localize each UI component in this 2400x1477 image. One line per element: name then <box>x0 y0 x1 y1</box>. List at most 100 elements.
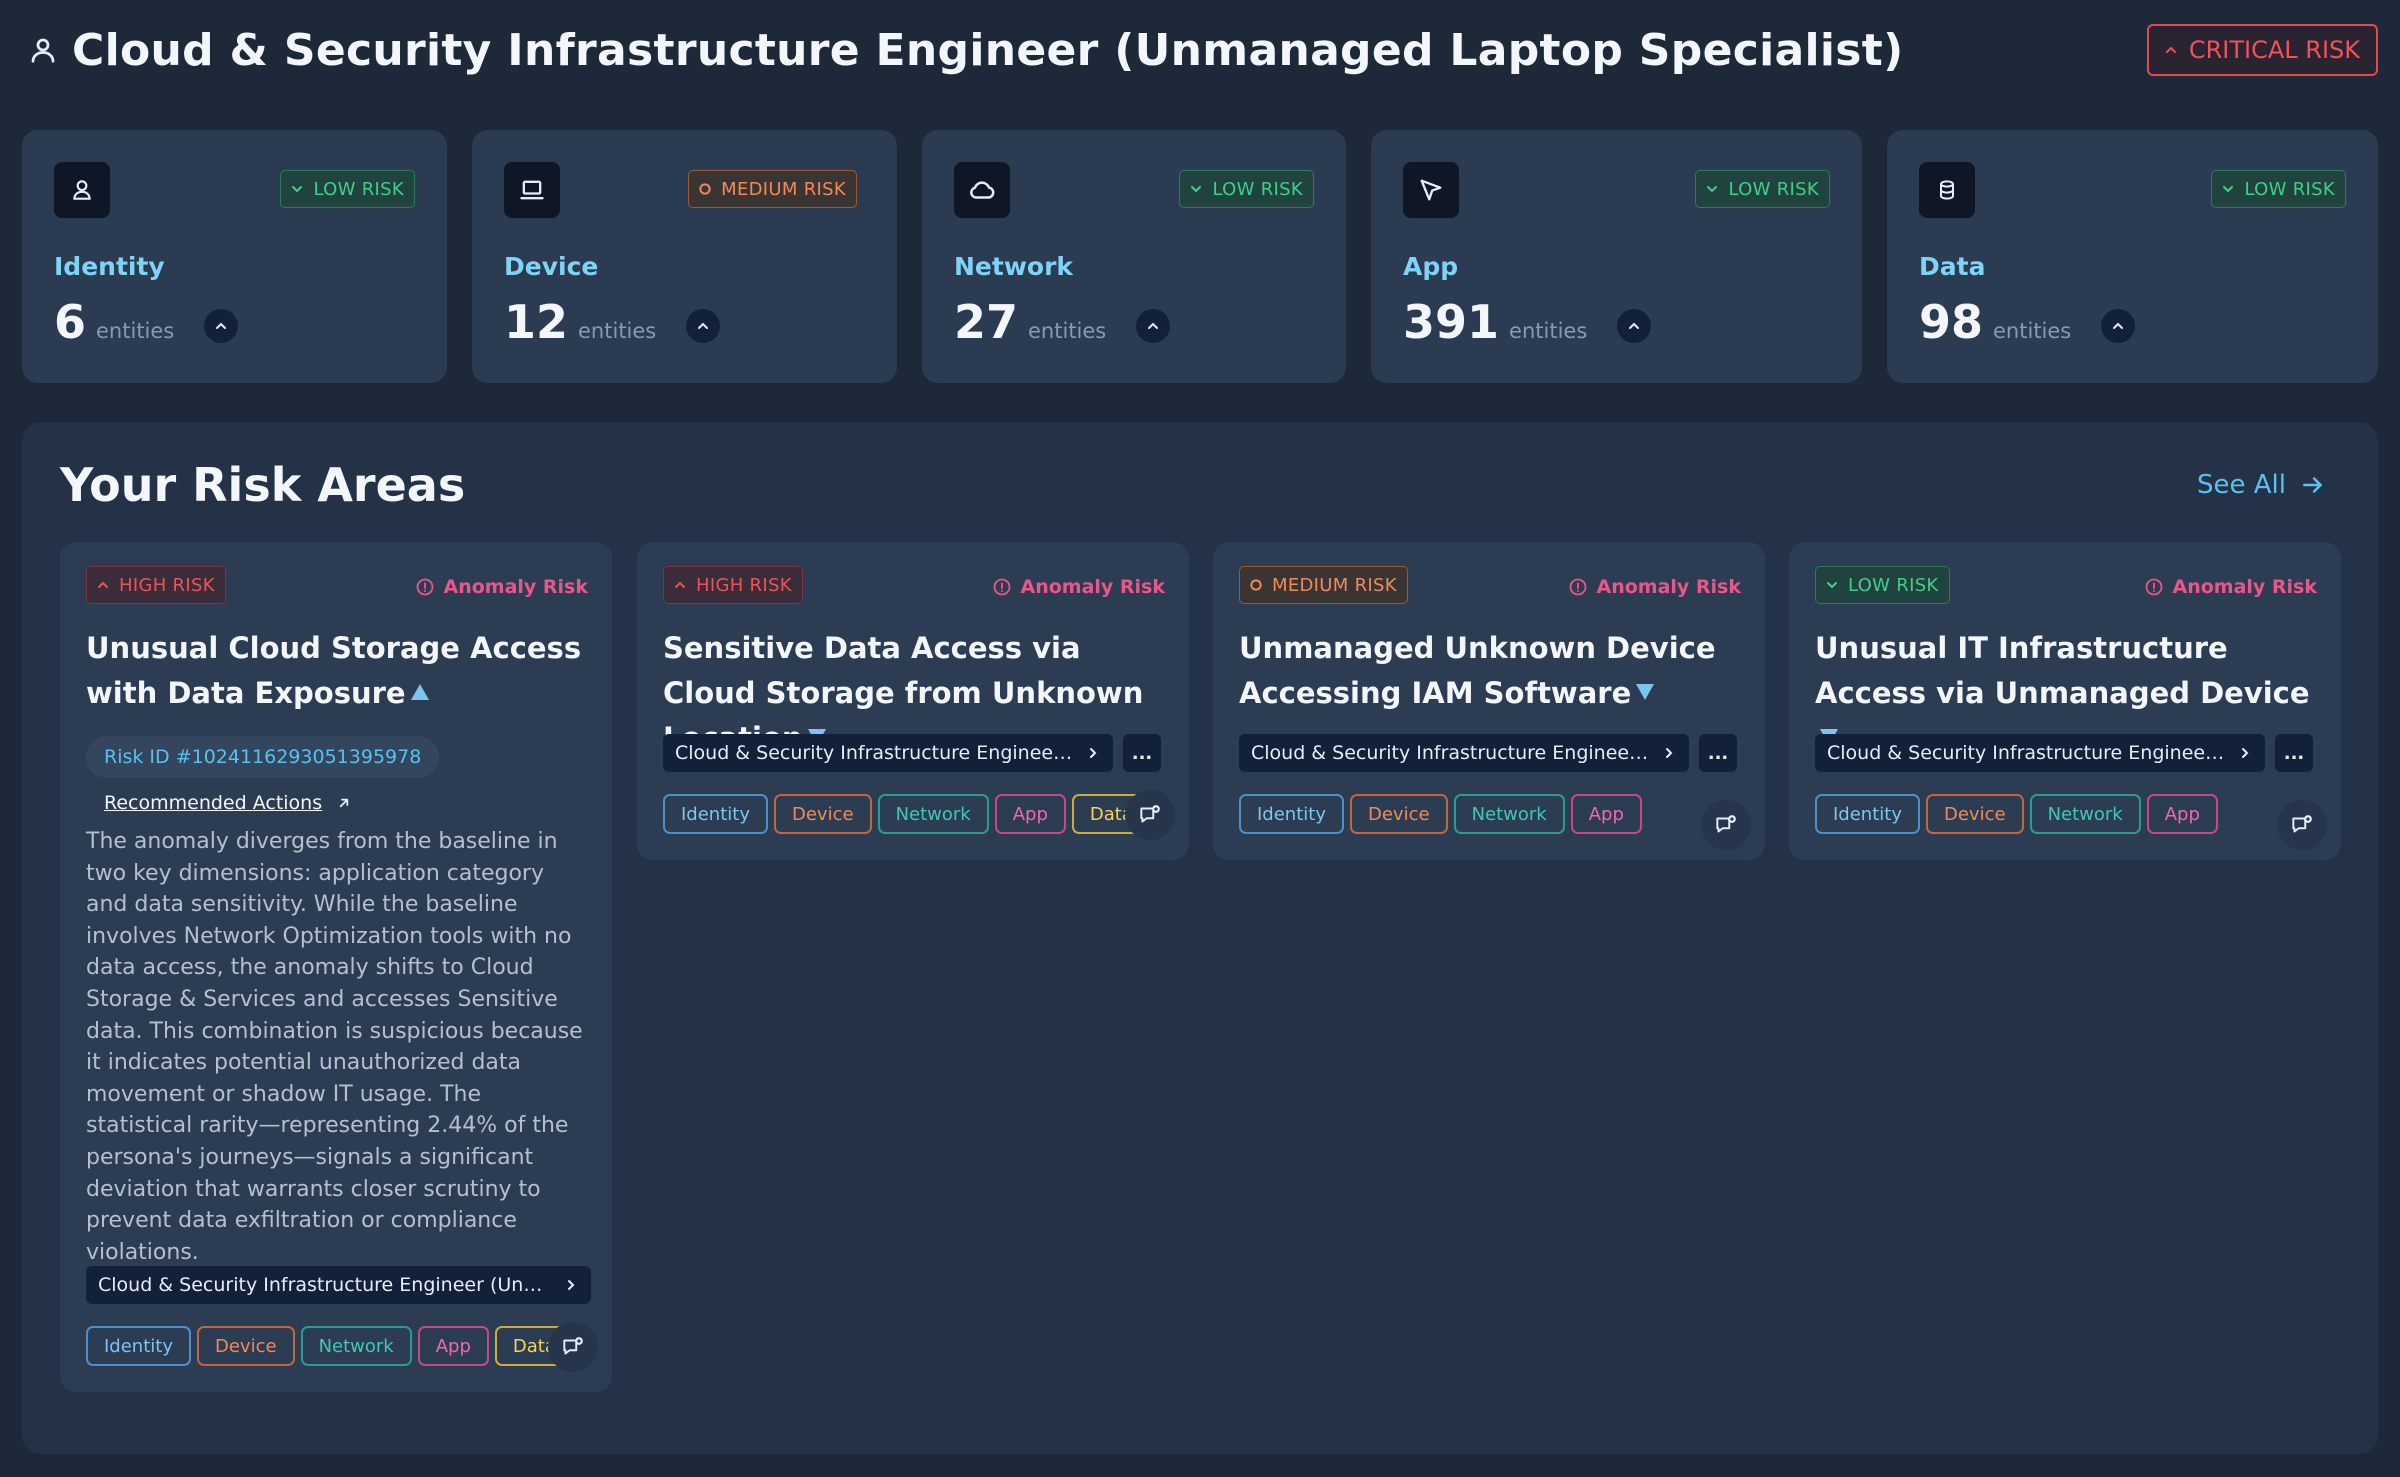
anomaly-risk-text: Anomaly Risk <box>443 576 588 598</box>
risk-areas-panel: Your Risk Areas See All HIGH RISK Anomal… <box>22 422 2378 1454</box>
category-card-app[interactable]: LOW RISK App 391 entities <box>1371 130 1862 383</box>
tag-app[interactable]: App <box>2146 794 2218 834</box>
category-card-network[interactable]: LOW RISK Network 27 entities <box>922 130 1346 383</box>
chevron-down-icon <box>1191 186 1202 193</box>
persona-selector[interactable]: Cloud & Security Infrastructure Engineer… <box>663 734 1113 772</box>
comment-button[interactable] <box>1701 800 1751 850</box>
tag-network[interactable]: Network <box>877 794 989 834</box>
tag-network[interactable]: Network <box>2029 794 2141 834</box>
comment-button[interactable] <box>1125 790 1175 840</box>
risk-card[interactable]: HIGH RISK Anomaly Risk Sensitive Data Ac… <box>637 542 1189 860</box>
risk-card-title-text: Unusual Cloud Storage Access with Data E… <box>86 631 582 710</box>
expand-toggle-button[interactable] <box>686 309 721 343</box>
triangle-up-icon[interactable] <box>410 683 430 701</box>
tag-network[interactable]: Network <box>1453 794 1565 834</box>
tag-device[interactable]: Device <box>197 1326 295 1366</box>
entity-count-value: 12 <box>504 295 569 349</box>
category-card-data[interactable]: LOW RISK Data 98 entities <box>1887 130 2378 383</box>
category-card-device[interactable]: MEDIUM RISK Device 12 entities <box>472 130 897 383</box>
comment-add-icon <box>1140 805 1160 823</box>
entity-count-value: 98 <box>1919 295 1984 349</box>
entity-count-value: 391 <box>1403 295 1500 349</box>
risk-badge-high: HIGH RISK <box>86 566 226 604</box>
persona-label: Cloud & Security Infrastructure Engineer… <box>1827 742 2227 764</box>
chevron-up-icon <box>216 322 227 329</box>
risk-card[interactable]: LOW RISK Anomaly Risk Unusual IT Infrast… <box>1789 542 2341 860</box>
entity-count: 391 entities <box>1403 295 1652 349</box>
arrow-right-icon <box>2303 477 2322 493</box>
see-all-link[interactable]: See All <box>2197 470 2326 500</box>
risk-badge-label: LOW RISK <box>313 178 404 200</box>
comment-button[interactable] <box>548 1322 598 1372</box>
expand-toggle-button[interactable] <box>2101 309 2136 343</box>
persona-selector[interactable]: Cloud & Security Infrastructure Engineer… <box>1239 734 1689 772</box>
chevron-right-icon <box>1090 748 1097 758</box>
expand-toggle-button[interactable] <box>204 309 239 343</box>
risk-badge-label: MEDIUM RISK <box>721 178 846 200</box>
tag-identity[interactable]: Identity <box>1815 794 1920 834</box>
laptop-icon <box>504 162 560 218</box>
anomaly-risk-text: Anomaly Risk <box>1596 576 1741 598</box>
persona-label: Cloud & Security Infrastructure Engineer… <box>1251 742 1651 764</box>
expand-toggle-button[interactable] <box>1136 309 1171 343</box>
risk-card[interactable]: MEDIUM RISK Anomaly Risk Unmanaged Unkno… <box>1213 542 1765 860</box>
tag-device[interactable]: Device <box>774 794 872 834</box>
persona-selector[interactable]: Cloud & Security Infrastructure Engineer… <box>86 1266 591 1304</box>
external-link-icon <box>339 798 349 808</box>
tag-app[interactable]: App <box>417 1326 489 1366</box>
risk-id-pill[interactable]: Risk ID #1024116293051395978 <box>86 736 440 778</box>
tag-app[interactable]: App <box>994 794 1066 834</box>
comment-add-icon <box>1716 815 1736 833</box>
triangle-down-icon[interactable] <box>1635 683 1655 701</box>
entity-count-value: 27 <box>954 295 1019 349</box>
recommended-actions-link[interactable]: Recommended Actions <box>104 792 352 814</box>
chevron-up-icon <box>2165 46 2176 53</box>
entity-count: 27 entities <box>954 295 1171 349</box>
risk-badge-label: MEDIUM RISK <box>1272 574 1397 596</box>
user-icon <box>31 38 55 63</box>
anomaly-risk-label: Anomaly Risk <box>992 576 1165 598</box>
cloud-icon <box>954 162 1010 218</box>
persona-label: Cloud & Security Infrastructure Engineer… <box>675 742 1075 764</box>
category-name: Network <box>954 252 1074 281</box>
tag-device[interactable]: Device <box>1350 794 1448 834</box>
tag-list: Identity Device Network App Data <box>86 1326 574 1366</box>
persona-selector[interactable]: Cloud & Security Infrastructure Engineer… <box>1815 734 2265 772</box>
circle-icon <box>699 183 711 195</box>
critical-risk-badge: CRITICAL RISK <box>2146 24 2378 76</box>
risk-card[interactable]: HIGH RISK Anomaly Risk Unusual Cloud Sto… <box>60 542 612 1392</box>
chevron-up-icon <box>2113 322 2124 329</box>
risk-badge-medium: MEDIUM RISK <box>688 170 857 208</box>
category-name: App <box>1403 252 1459 281</box>
risk-badge-low: LOW RISK <box>1815 566 1950 604</box>
tag-network[interactable]: Network <box>300 1326 412 1366</box>
more-button[interactable]: ... <box>2275 734 2313 772</box>
persona-label: Cloud & Security Infrastructure Engineer… <box>98 1274 553 1296</box>
tag-identity[interactable]: Identity <box>1239 794 1344 834</box>
tag-device[interactable]: Device <box>1926 794 2024 834</box>
comment-add-icon <box>563 1337 583 1355</box>
expand-toggle-button[interactable] <box>1617 309 1652 343</box>
alert-circle-icon <box>1570 578 1587 596</box>
risk-badge-low: LOW RISK <box>1179 170 1314 208</box>
tag-app[interactable]: App <box>1570 794 1642 834</box>
tag-identity[interactable]: Identity <box>663 794 768 834</box>
entity-count: 6 entities <box>54 295 239 349</box>
entity-count-unit: entities <box>96 319 175 343</box>
more-button[interactable]: ... <box>1699 734 1737 772</box>
anomaly-risk-text: Anomaly Risk <box>2172 576 2317 598</box>
risk-badge-label: LOW RISK <box>1212 178 1303 200</box>
section-title: Your Risk Areas <box>60 458 466 512</box>
category-name: Identity <box>54 252 165 281</box>
page-title: Cloud & Security Infrastructure Engineer… <box>72 24 1904 76</box>
tag-identity[interactable]: Identity <box>86 1326 191 1366</box>
category-card-identity[interactable]: LOW RISK Identity 6 entities <box>22 130 447 383</box>
tag-list: Identity Device Network App <box>1239 794 1642 834</box>
tag-list: Identity Device Network App Data <box>663 794 1151 834</box>
anomaly-risk-label: Anomaly Risk <box>415 576 588 598</box>
comment-button[interactable] <box>2277 800 2327 850</box>
chevron-up-icon <box>1148 322 1159 329</box>
recommended-actions-label: Recommended Actions <box>104 792 323 814</box>
more-button[interactable]: ... <box>1123 734 1161 772</box>
chevron-up-icon <box>98 581 108 588</box>
